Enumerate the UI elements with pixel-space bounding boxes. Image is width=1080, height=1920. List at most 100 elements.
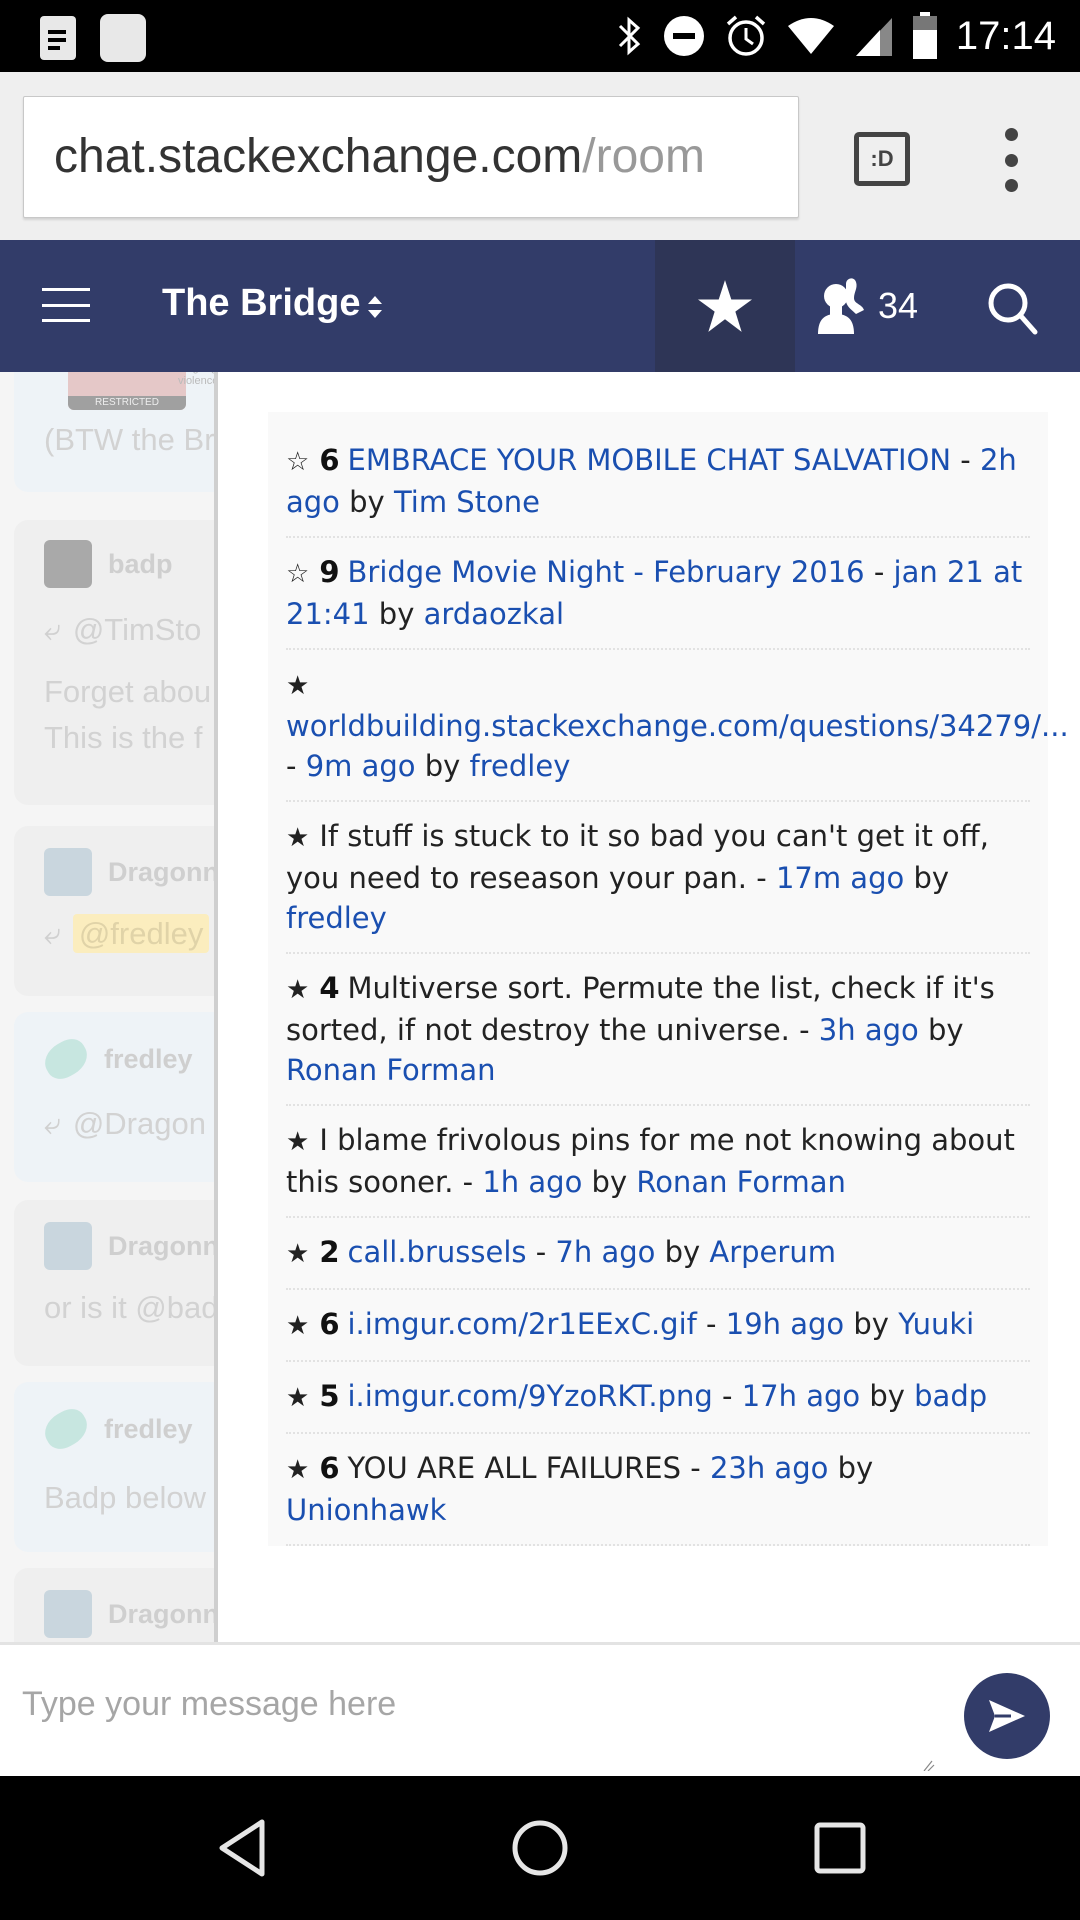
resize-handle-icon[interactable] <box>922 1757 936 1771</box>
starred-message-item: ★ I blame frivolous pins for me not knowi… <box>286 1106 1030 1218</box>
rating-badge: RESTRICTED languageviolence <box>54 372 224 412</box>
message-timestamp-link[interactable]: 17m ago <box>776 861 904 895</box>
star-filled-icon[interactable]: ★ <box>286 1234 309 1274</box>
author-link[interactable]: Yuuki <box>898 1307 974 1341</box>
starred-message-item: ☆ 6 EMBRACE YOUR MOBILE CHAT SALVATION - 2… <box>286 430 1030 538</box>
by-label: by <box>349 485 385 519</box>
by-label: by <box>664 1235 701 1269</box>
system-nav-bar <box>0 1776 1080 1920</box>
starred-message-link[interactable]: Bridge Movie Night - February 2016 <box>348 555 865 589</box>
author-link[interactable]: badp <box>914 1379 987 1413</box>
message-timestamp-link[interactable]: 7h ago <box>555 1235 655 1269</box>
user-count: 34 <box>878 285 919 326</box>
notification-icon <box>40 16 76 60</box>
app-icon <box>100 14 146 62</box>
star-count: 5 <box>319 1379 340 1413</box>
starred-messages-panel: ☆ 6 EMBRACE YOUR MOBILE CHAT SALVATION - 2… <box>214 372 1080 1642</box>
signal-icon <box>854 14 894 58</box>
avatar <box>44 1590 92 1638</box>
star-count: 4 <box>319 971 340 1005</box>
star-filled-icon[interactable]: ★ <box>286 818 309 858</box>
starred-message-link[interactable]: call.brussels <box>348 1235 527 1269</box>
url-host: chat.stackexchange.com <box>54 130 583 183</box>
author-link[interactable]: Unionhawk <box>286 1493 446 1527</box>
reply-icon: ⤶ <box>44 918 61 951</box>
star-filled-icon[interactable]: ★ <box>286 970 309 1010</box>
by-label: by <box>869 1379 905 1413</box>
star-count: 9 <box>319 555 340 589</box>
author-link[interactable]: fredley <box>470 749 571 783</box>
do-not-disturb-icon <box>662 14 706 58</box>
author-link[interactable]: Tim Stone <box>394 485 540 519</box>
starred-message-link[interactable]: EMBRACE YOUR MOBILE CHAT SALVATION <box>348 443 952 477</box>
room-title[interactable]: The Bridge <box>162 282 360 325</box>
room-switch-chevron-icon[interactable] <box>365 292 385 322</box>
bluetooth-icon <box>616 14 644 58</box>
author-link[interactable]: fredley <box>286 901 387 935</box>
author-link[interactable]: Ronan Forman <box>286 1053 496 1087</box>
star-filled-icon[interactable]: ★ <box>286 1122 309 1162</box>
starred-message-link[interactable]: worldbuilding.stackexchange.com/question… <box>286 709 1069 743</box>
avatar <box>44 1222 92 1270</box>
star-count: 6 <box>319 443 340 477</box>
room-users-button[interactable]: 34 <box>812 264 918 348</box>
by-label: by <box>591 1165 628 1199</box>
author-link[interactable]: ardaozkal <box>424 597 564 631</box>
url-bar[interactable]: chat.stackexchange.com/room <box>23 96 799 218</box>
starred-messages-tab[interactable] <box>655 240 795 372</box>
alarm-icon <box>724 14 768 58</box>
avatar <box>44 540 92 588</box>
message-timestamp-link[interactable]: 1h ago <box>482 1165 582 1199</box>
clock: 17:14 <box>955 13 1056 58</box>
send-button[interactable] <box>964 1673 1050 1759</box>
send-icon <box>989 1700 1025 1732</box>
home-button[interactable] <box>508 1816 572 1880</box>
starred-message-item: ★ If stuff is stuck to it so bad you can'… <box>286 802 1030 954</box>
recents-button[interactable] <box>808 1816 872 1880</box>
browser-menu-icon[interactable] <box>996 128 1026 192</box>
starred-message-text: YOU ARE ALL FAILURES <box>347 1451 682 1485</box>
starred-message-link[interactable]: i.imgur.com/9YzoRKT.png <box>348 1379 713 1413</box>
recents-icon <box>814 1822 866 1874</box>
tab-switcher-label: :D <box>870 146 894 171</box>
by-label: by <box>928 1013 964 1047</box>
by-label: by <box>837 1451 874 1485</box>
by-label: by <box>913 861 950 895</box>
message-timestamp-link[interactable]: 17h ago <box>742 1379 860 1413</box>
back-icon <box>219 1819 265 1877</box>
star-filled-icon[interactable]: ★ <box>286 1306 309 1346</box>
users-icon <box>818 278 864 334</box>
message-timestamp-link[interactable]: 3h ago <box>819 1013 919 1047</box>
star-filled-icon[interactable]: ★ <box>286 1450 309 1490</box>
author-link[interactable]: Arperum <box>709 1235 836 1269</box>
message-timestamp-link[interactable]: 19h ago <box>726 1307 844 1341</box>
tab-switcher-button[interactable]: :D <box>854 132 910 186</box>
reply-icon: ⤶ <box>44 614 61 647</box>
star-filled-icon[interactable]: ★ <box>286 666 309 706</box>
star-filled-icon[interactable]: ★ <box>286 1378 309 1418</box>
message-timestamp-link[interactable]: 9m ago <box>306 749 416 783</box>
starred-message-item: ★ 2 call.brussels - 7h ago by Arperum <box>286 1218 1030 1290</box>
by-label: by <box>853 1307 889 1341</box>
star-outline-icon[interactable]: ☆ <box>286 442 309 482</box>
app-header: The Bridge 34 <box>0 240 1080 372</box>
starred-message-item: ★ 6 YOU ARE ALL FAILURES - 23h ago by Unio… <box>286 1434 1030 1546</box>
message-timestamp-link[interactable]: 23h ago <box>710 1451 828 1485</box>
search-icon[interactable] <box>985 280 1041 336</box>
author-link[interactable]: Ronan Forman <box>636 1165 846 1199</box>
star-count: 6 <box>319 1451 340 1485</box>
wifi-icon <box>786 16 836 56</box>
url-path: /room <box>582 130 705 183</box>
star-count: 6 <box>319 1307 340 1341</box>
starred-message-item: ★ 4 Multiverse sort. Permute the list, che… <box>286 954 1030 1106</box>
star-outline-icon[interactable]: ☆ <box>286 554 309 594</box>
hamburger-menu-icon[interactable] <box>42 288 90 322</box>
reply-icon: ⤶ <box>44 1108 61 1141</box>
message-input[interactable] <box>22 1663 942 1763</box>
avatar <box>38 1403 94 1455</box>
back-button[interactable] <box>210 1816 274 1880</box>
compose-bar <box>0 1642 1080 1776</box>
starred-message-link[interactable]: i.imgur.com/2r1EExC.gif <box>348 1307 697 1341</box>
starred-message-item: ★ worldbuilding.stackexchange.com/questio… <box>286 650 1069 802</box>
starred-message-item: ★ 6 i.imgur.com/2r1EExC.gif - 19h ago by Y… <box>286 1290 1030 1362</box>
